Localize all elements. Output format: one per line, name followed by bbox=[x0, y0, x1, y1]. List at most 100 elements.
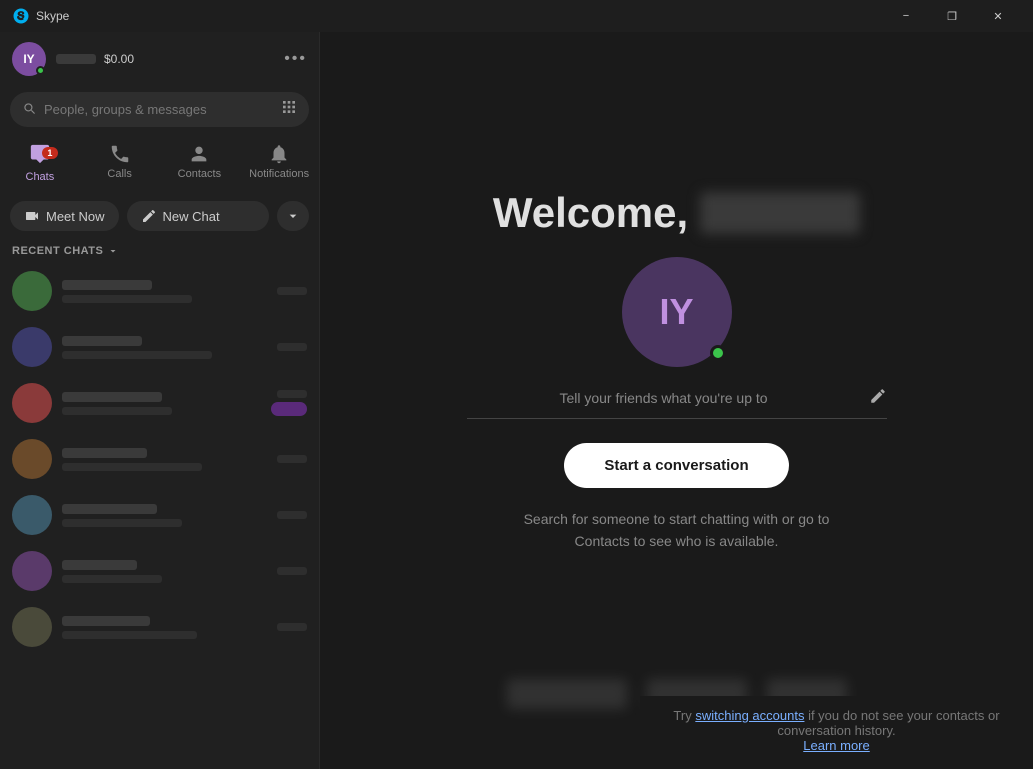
new-contact-icon[interactable] bbox=[281, 99, 297, 120]
recent-chats-label: RECENT CHATS bbox=[12, 245, 103, 257]
chat-info bbox=[62, 504, 267, 527]
chat-name-blur bbox=[62, 448, 147, 458]
search-icon bbox=[22, 101, 36, 118]
status-placeholder: Tell your friends what you're up to bbox=[467, 390, 861, 406]
chat-preview-blur bbox=[62, 519, 182, 527]
user-name-blur bbox=[700, 192, 860, 234]
profile-header: IY $0.00 ••• bbox=[0, 32, 319, 86]
chat-preview-blur bbox=[62, 351, 212, 359]
tab-calls[interactable]: Calls bbox=[80, 137, 160, 189]
list-item[interactable] bbox=[0, 431, 319, 487]
chat-name-blur bbox=[62, 280, 152, 290]
main-avatar-initials: IY bbox=[659, 291, 693, 333]
avatar bbox=[12, 439, 52, 479]
avatar bbox=[12, 327, 52, 367]
maximize-button[interactable]: ❐ bbox=[929, 0, 975, 32]
tab-contacts-label: Contacts bbox=[178, 168, 221, 180]
edit-status-icon[interactable] bbox=[869, 387, 887, 410]
chat-info bbox=[62, 448, 267, 471]
avatar bbox=[12, 607, 52, 647]
hint-line2: Contacts to see who is available. bbox=[575, 533, 779, 549]
chat-time-blur bbox=[277, 511, 307, 519]
chat-preview-blur bbox=[62, 631, 197, 639]
chat-info bbox=[62, 392, 261, 415]
window-controls: − ❐ ✕ bbox=[883, 0, 1021, 32]
hint-line1: Search for someone to start chatting wit… bbox=[524, 511, 830, 527]
search-bar[interactable] bbox=[10, 92, 309, 127]
switching-accounts-link[interactable]: switching accounts bbox=[695, 708, 804, 723]
chat-name-blur bbox=[62, 560, 137, 570]
search-input[interactable] bbox=[44, 102, 273, 117]
profile-avatar[interactable]: IY bbox=[12, 42, 46, 76]
welcome-section: Welcome, IY Tell your friends what you'r… bbox=[467, 189, 887, 553]
more-options-button[interactable]: ••• bbox=[284, 50, 307, 68]
chat-name-blur bbox=[62, 392, 162, 402]
chat-info bbox=[62, 280, 267, 303]
avatar bbox=[12, 271, 52, 311]
tab-notifications[interactable]: Notifications bbox=[239, 137, 319, 189]
meet-now-label: Meet Now bbox=[46, 209, 105, 224]
chat-time-blur bbox=[277, 623, 307, 631]
list-item[interactable] bbox=[0, 263, 319, 319]
chat-name-blur bbox=[62, 616, 150, 626]
main-avatar-container[interactable]: IY bbox=[622, 257, 732, 367]
avatar bbox=[12, 495, 52, 535]
footer-suffix: if you do not see your contacts or conve… bbox=[777, 708, 999, 738]
list-item[interactable] bbox=[0, 487, 319, 543]
chat-time-blur bbox=[277, 567, 307, 575]
chat-preview-blur bbox=[62, 463, 202, 471]
nav-tabs: 1 Chats Calls Contacts Notific bbox=[0, 133, 319, 193]
tab-chats[interactable]: 1 Chats bbox=[0, 137, 80, 189]
list-item[interactable] bbox=[0, 543, 319, 599]
tab-contacts[interactable]: Contacts bbox=[160, 137, 240, 189]
profile-balance: $0.00 bbox=[104, 52, 134, 66]
chat-time-blur bbox=[277, 343, 307, 351]
action-buttons: Meet Now New Chat bbox=[0, 193, 319, 239]
close-button[interactable]: ✕ bbox=[975, 0, 1021, 32]
bottom-bar: Try switching accounts if you do not see… bbox=[640, 696, 1033, 769]
chat-info bbox=[62, 336, 267, 359]
start-conversation-button[interactable]: Start a conversation bbox=[564, 443, 788, 488]
avatar bbox=[12, 551, 52, 591]
chat-list bbox=[0, 263, 319, 769]
list-item[interactable] bbox=[0, 319, 319, 375]
tab-notifications-label: Notifications bbox=[249, 168, 309, 180]
footer-try-text: Try bbox=[673, 708, 695, 723]
profile-initials: IY bbox=[23, 52, 34, 66]
new-chat-button[interactable]: New Chat bbox=[127, 201, 269, 231]
chat-info bbox=[62, 560, 267, 583]
app-container: IY $0.00 ••• bbox=[0, 32, 1033, 769]
skype-icon bbox=[12, 7, 30, 25]
conversation-hint: Search for someone to start chatting wit… bbox=[524, 508, 830, 553]
minimize-button[interactable]: − bbox=[883, 0, 929, 32]
chats-badge: 1 bbox=[42, 147, 58, 159]
learn-more-link[interactable]: Learn more bbox=[660, 738, 1013, 753]
chevron-down-icon bbox=[107, 245, 119, 257]
chat-info bbox=[62, 616, 267, 639]
video-icon bbox=[24, 208, 40, 224]
list-item[interactable] bbox=[0, 375, 319, 431]
profile-name-blur bbox=[56, 54, 96, 64]
titlebar: Skype − ❐ ✕ bbox=[0, 0, 1033, 32]
chat-name-blur bbox=[62, 336, 142, 346]
chat-time-blur bbox=[277, 287, 307, 295]
meet-now-button[interactable]: Meet Now bbox=[10, 201, 119, 231]
chevron-down-icon bbox=[285, 208, 301, 224]
new-chat-label: New Chat bbox=[163, 209, 220, 224]
main-online-dot bbox=[710, 345, 726, 361]
profile-info: $0.00 bbox=[56, 52, 274, 66]
chat-preview-blur bbox=[62, 407, 172, 415]
chat-time-blur bbox=[277, 390, 307, 398]
tab-chats-label: Chats bbox=[26, 171, 55, 183]
new-chat-dropdown-button[interactable] bbox=[277, 201, 309, 231]
edit-icon bbox=[141, 208, 157, 224]
avatar bbox=[12, 383, 52, 423]
sidebar: IY $0.00 ••• bbox=[0, 32, 320, 769]
chat-time-blur bbox=[277, 455, 307, 463]
recent-chats-header[interactable]: RECENT CHATS bbox=[0, 239, 319, 263]
welcome-prefix: Welcome, bbox=[493, 189, 688, 237]
tab-calls-label: Calls bbox=[107, 168, 131, 180]
welcome-title: Welcome, bbox=[493, 189, 860, 237]
chat-preview-blur bbox=[62, 575, 162, 583]
list-item[interactable] bbox=[0, 599, 319, 655]
